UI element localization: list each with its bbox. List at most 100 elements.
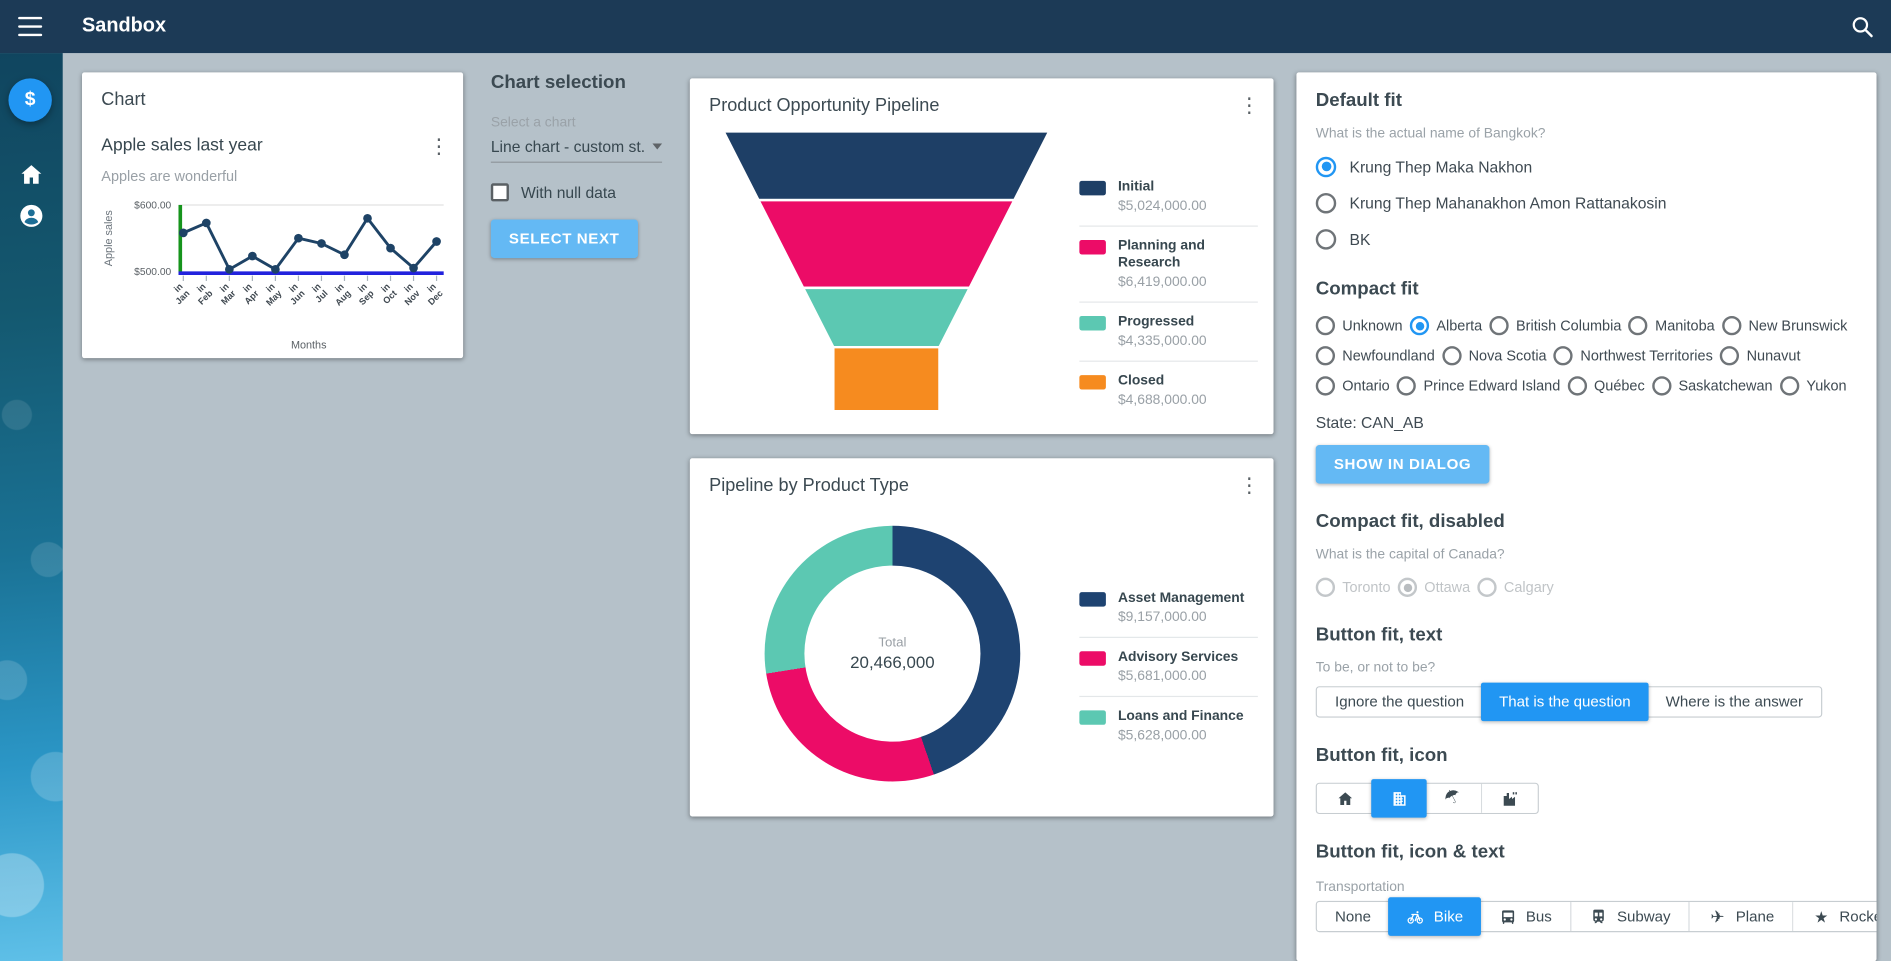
sidebar-item-home[interactable] — [18, 162, 45, 189]
radio-option[interactable]: Krung Thep Mahanakhon Amon Rattanakosin — [1316, 191, 1857, 215]
segmented-button[interactable]: Ignore the question — [1317, 687, 1482, 716]
apple-chart-title: Apple sales last year — [101, 136, 262, 155]
segmented-button[interactable]: Where is the answer — [1648, 687, 1822, 716]
segmented-button[interactable] — [1481, 784, 1538, 813]
segmented-button[interactable]: Subway — [1570, 902, 1689, 931]
svg-text:inMar: inMar — [212, 281, 238, 307]
segmented-button[interactable] — [1317, 784, 1372, 813]
to-be-question: To be, or not to be? — [1316, 660, 1857, 677]
segmented-button[interactable]: ☂ — [1425, 784, 1480, 813]
legend-name: Initial — [1118, 178, 1207, 195]
home-icon — [18, 172, 45, 193]
legend-swatch — [1079, 240, 1106, 254]
chart-card: Chart Apple sales last year ⋮ Apples are… — [82, 72, 463, 358]
legend-value: $4,335,000.00 — [1118, 333, 1207, 350]
legend-item[interactable]: Initial $5,024,000.00 — [1079, 168, 1257, 226]
svg-text:inJan: inJan — [167, 281, 192, 306]
segmented-button[interactable]: ✈ Plane — [1689, 902, 1793, 931]
legend-item[interactable]: Loans and Finance $5,628,000.00 — [1079, 696, 1257, 755]
radio-option: Ottawa — [1398, 578, 1470, 597]
legend-value: $5,024,000.00 — [1118, 198, 1207, 215]
select-next-button[interactable]: SELECT NEXT — [491, 219, 638, 258]
radio-option[interactable]: Krung Thep Maka Nakhon — [1316, 154, 1857, 178]
legend-value: $5,628,000.00 — [1118, 727, 1244, 744]
more-options-button[interactable]: ⋮ — [1237, 93, 1261, 120]
radio-option[interactable]: Alberta — [1410, 316, 1482, 335]
legend-item[interactable]: Progressed $4,335,000.00 — [1079, 301, 1257, 360]
with-null-data-checkbox-row[interactable]: With null data — [491, 183, 691, 201]
radio-option[interactable]: Northwest Territories — [1554, 346, 1713, 365]
button-fit-icon-text-heading: Button fit, icon & text — [1316, 841, 1857, 865]
legend-name: Progressed — [1118, 314, 1207, 331]
radio-option[interactable]: Unknown — [1316, 316, 1403, 335]
donut-chart[interactable]: Total 20,466,000 — [765, 526, 1021, 782]
segmented-button[interactable]: Bus — [1480, 902, 1570, 931]
radio-option[interactable]: Nunavut — [1720, 346, 1800, 365]
legend-item[interactable]: Closed $4,688,000.00 — [1079, 361, 1257, 420]
home-icon — [1335, 789, 1354, 808]
legend-swatch — [1079, 710, 1106, 724]
radio-option[interactable]: Québec — [1567, 376, 1644, 395]
svg-text:inDec: inDec — [419, 281, 444, 307]
legend-value: $9,157,000.00 — [1118, 609, 1244, 626]
bus-icon — [1498, 907, 1517, 926]
svg-text:inOct: inOct — [374, 281, 399, 306]
radio-option[interactable]: New Brunswick — [1722, 316, 1847, 335]
dollar-icon: $ — [25, 89, 36, 111]
radio-option[interactable]: BK — [1316, 227, 1857, 251]
svg-text:inNov: inNov — [396, 281, 422, 307]
radio-option[interactable]: Prince Edward Island — [1397, 376, 1560, 395]
legend-swatch — [1079, 592, 1106, 606]
radio-option[interactable]: Nova Scotia — [1442, 346, 1547, 365]
radio-option-label: Toronto — [1342, 579, 1390, 596]
donut-total-value: 20,466,000 — [850, 652, 935, 671]
sidebar-item-profile[interactable] — [18, 203, 45, 230]
radio-option[interactable]: Newfoundland — [1316, 346, 1435, 365]
segmented-button[interactable]: Bike — [1388, 897, 1481, 936]
state-label: State: CAN_AB — [1316, 414, 1857, 432]
menu-button[interactable] — [18, 17, 42, 36]
office-building-icon — [1389, 789, 1408, 808]
radio-option[interactable]: Manitoba — [1629, 316, 1715, 335]
legend-item[interactable]: Advisory Services $5,681,000.00 — [1079, 637, 1257, 696]
radio-option-label: Newfoundland — [1342, 347, 1435, 364]
more-options-button[interactable]: ⋮ — [427, 134, 451, 161]
segmented-button[interactable]: ★ Rocket — [1792, 902, 1876, 931]
radio-option[interactable]: Ontario — [1316, 376, 1390, 395]
radio-icon — [1722, 316, 1741, 335]
radio-icon — [1477, 578, 1496, 597]
apple-sales-chart[interactable]: inJaninFebinMarinAprinMayinJuninJulinAug… — [101, 193, 444, 352]
more-options-button[interactable]: ⋮ — [1237, 473, 1261, 500]
radio-option-label: Ontario — [1342, 377, 1389, 394]
legend-item[interactable]: Asset Management $9,157,000.00 — [1079, 579, 1257, 637]
segmented-button[interactable]: None — [1317, 902, 1389, 931]
radio-option-label: Prince Edward Island — [1424, 377, 1561, 394]
radio-option-label: Yukon — [1806, 377, 1846, 394]
legend-swatch — [1079, 651, 1106, 665]
radio-icon — [1554, 346, 1573, 365]
funnel-chart[interactable] — [709, 124, 1095, 423]
sidebar-item-money[interactable]: $ — [8, 78, 51, 121]
segmented-button[interactable]: That is the question — [1481, 683, 1649, 722]
search-button[interactable] — [1849, 13, 1876, 40]
radio-option[interactable]: British Columbia — [1489, 316, 1621, 335]
funnel-chart-title: Product Opportunity Pipeline — [709, 95, 939, 116]
segmented-button[interactable] — [1371, 779, 1426, 818]
show-in-dialog-button[interactable]: SHOW IN DIALOG — [1316, 445, 1490, 484]
question-button-group: Ignore the question That is the question… — [1316, 686, 1823, 717]
svg-text:inFeb: inFeb — [189, 281, 215, 307]
legend-swatch — [1079, 375, 1106, 389]
radio-option[interactable]: Yukon — [1780, 376, 1847, 395]
chart-select-dropdown[interactable]: Line chart - custom st... — [491, 137, 662, 162]
chart-card-section-title: Chart — [101, 89, 145, 110]
legend-item[interactable]: Planning and Research $6,419,000.00 — [1079, 226, 1257, 302]
radio-option[interactable]: Saskatchewan — [1652, 376, 1773, 395]
radio-icon — [1316, 192, 1337, 213]
transportation-label: Transportation — [1316, 880, 1857, 894]
transportation-button-group: None Bike Bus Subway ✈ Plane ★ Rocket — [1316, 901, 1877, 932]
donut-center: Total 20,466,000 — [804, 566, 980, 742]
select-a-chart-label: Select a chart — [491, 116, 691, 130]
radio-option-label: Unknown — [1342, 317, 1402, 334]
radio-option-label: Calgary — [1504, 579, 1554, 596]
svg-text:inAug: inAug — [326, 281, 352, 307]
